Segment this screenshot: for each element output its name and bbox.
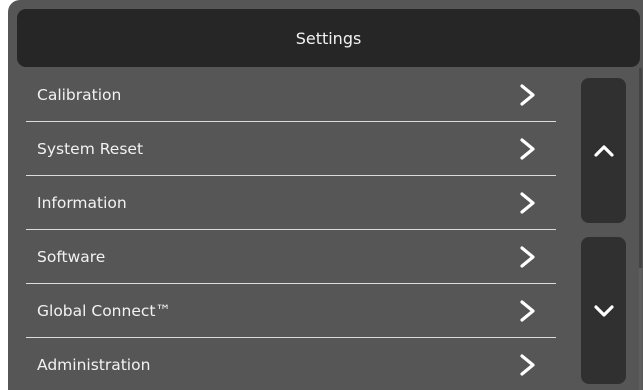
settings-screen: Settings Calibration System Reset Inform… — [8, 0, 643, 390]
menu-item-information[interactable]: Information — [26, 176, 556, 230]
menu-item-software[interactable]: Software — [26, 230, 556, 284]
menu-item-label: Global Connect™ — [37, 301, 171, 320]
menu-item-global-connect[interactable]: Global Connect™ — [26, 284, 556, 338]
chevron-up-icon — [593, 144, 614, 157]
menu-item-system-reset[interactable]: System Reset — [26, 122, 556, 176]
scroll-up-button[interactable] — [581, 78, 626, 223]
page-title: Settings — [295, 28, 362, 48]
chevron-right-icon — [520, 191, 535, 214]
settings-header: Settings — [17, 9, 640, 67]
scrollbar-track[interactable] — [639, 68, 642, 390]
chevron-right-icon — [520, 299, 535, 322]
chevron-down-icon — [593, 304, 614, 317]
scroll-down-button[interactable] — [581, 237, 626, 384]
menu-item-label: Software — [37, 247, 106, 266]
scrollbar-thumb[interactable] — [639, 68, 642, 268]
chevron-right-icon — [520, 83, 535, 106]
chevron-right-icon — [520, 245, 535, 268]
chevron-right-icon — [520, 353, 535, 376]
settings-menu: Calibration System Reset Information Sof… — [26, 68, 556, 390]
menu-item-administration[interactable]: Administration — [26, 338, 556, 390]
menu-item-label: Information — [37, 193, 127, 212]
chevron-right-icon — [520, 137, 535, 160]
menu-item-calibration[interactable]: Calibration — [26, 68, 556, 122]
menu-item-label: System Reset — [37, 139, 144, 158]
menu-item-label: Administration — [37, 355, 151, 374]
menu-item-label: Calibration — [37, 85, 122, 104]
